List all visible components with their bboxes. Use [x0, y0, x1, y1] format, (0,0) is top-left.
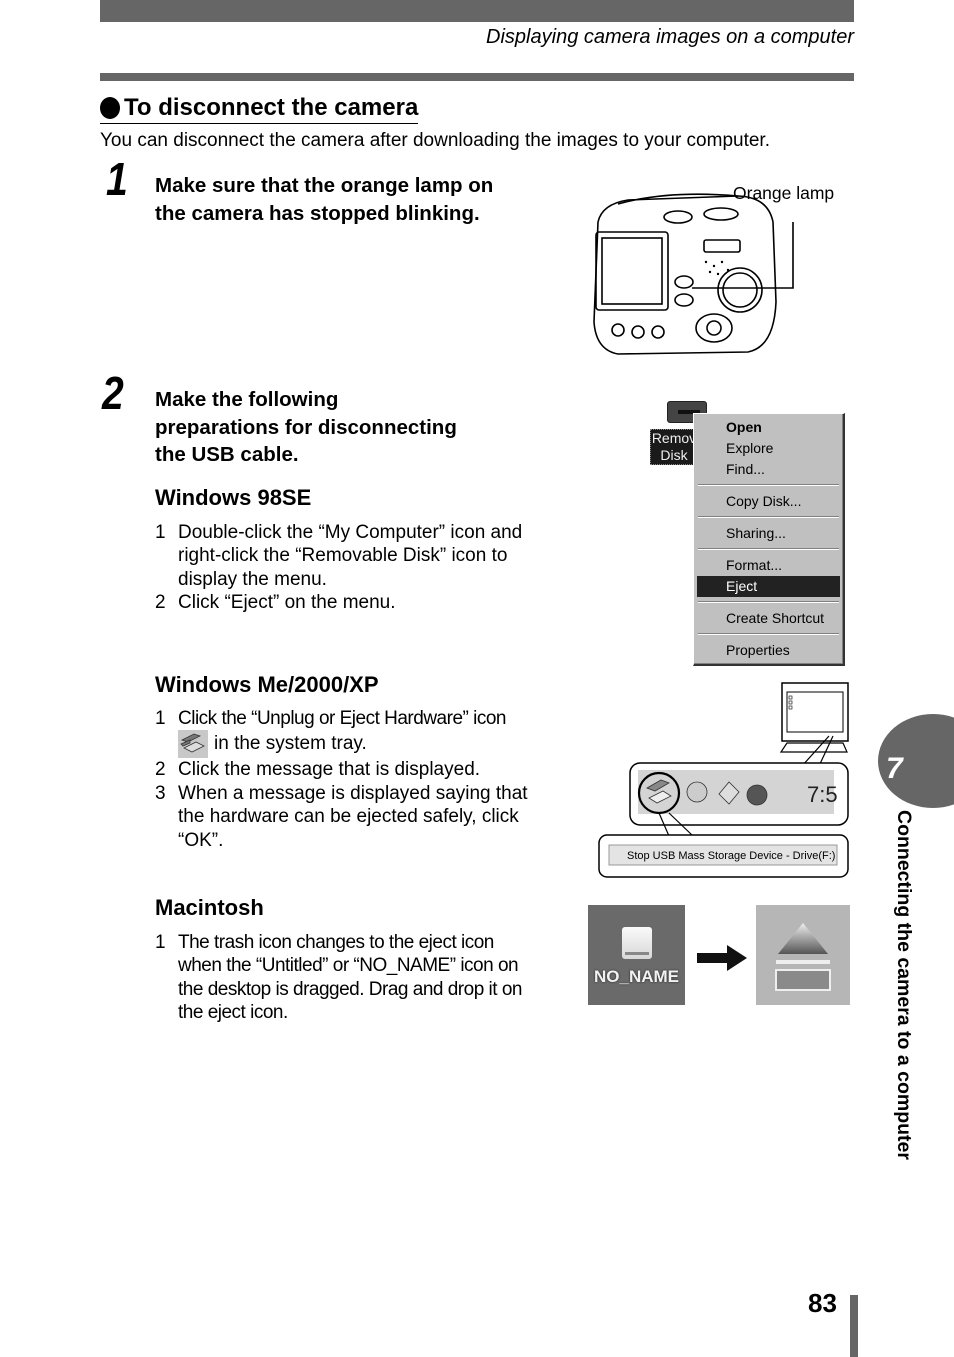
menu-item-format[interactable]: Format... — [697, 555, 840, 576]
menu-item-explore[interactable]: Explore — [697, 438, 840, 459]
header-rule — [100, 73, 854, 81]
step-1-number: 1 — [106, 153, 128, 205]
page-edge-bar — [850, 1295, 858, 1357]
tray-clock: 7:5 — [807, 782, 838, 807]
eject-icon[interactable] — [756, 905, 850, 1005]
win98-heading: Windows 98SE — [155, 485, 312, 510]
mac-steps: 1 The trash icon changes to the eject ico… — [155, 931, 535, 1025]
winxp-heading: Windows Me/2000/XP — [155, 672, 379, 697]
section-title: To disconnect the camera — [100, 94, 419, 124]
list-item: 1 Click the “Unplug or Eject Hardware” ic… — [155, 708, 506, 729]
menu-item-sharing[interactable]: Sharing... — [697, 523, 840, 544]
system-tray-illustration: 7:5 Stop USB Mass Storage Device - Drive… — [598, 682, 849, 878]
bullet-icon — [100, 97, 120, 119]
drive-icon[interactable] — [622, 927, 652, 959]
volume-name: NO_NAME — [593, 967, 679, 986]
section-title-text: To disconnect the camera — [124, 94, 419, 121]
list-item: 1 The trash icon changes to the eject ico… — [155, 932, 522, 1024]
camera-illustration — [593, 193, 794, 355]
step-1-heading: Make sure that the orange lamp on the ca… — [155, 172, 493, 227]
step-2-number: 2 — [102, 367, 124, 419]
chapter-number: 7 — [886, 752, 903, 785]
list-item: 1 Double-click the “My Computer” icon and… — [155, 522, 523, 590]
menu-item-copy-disk[interactable]: Copy Disk... — [697, 491, 840, 512]
menu-item-properties[interactable]: Properties — [697, 640, 840, 661]
list-item: in the system tray. — [155, 730, 545, 759]
menu-item-eject[interactable]: Eject — [697, 576, 840, 597]
section-intro: You can disconnect the camera after down… — [100, 130, 770, 151]
right-arrow-icon — [697, 945, 747, 971]
menu-separator — [698, 484, 839, 486]
menu-separator — [698, 516, 839, 518]
stop-usb-popup-text: Stop USB Mass Storage Device - Drive(F:) — [627, 850, 835, 862]
mac-heading: Macintosh — [155, 895, 264, 920]
monitor-icon — [779, 682, 849, 767]
step-1-heading-line: the camera has stopped blinking. — [155, 201, 480, 225]
unplug-eject-hardware-icon — [178, 730, 208, 759]
list-item: 2 Click “Eject” on the menu. — [155, 592, 396, 614]
menu-item-find[interactable]: Find... — [697, 459, 840, 480]
removable-disk-label[interactable]: Remov Disk — [650, 429, 698, 465]
context-menu: Open Explore Find... Copy Disk... Sharin… — [693, 413, 845, 666]
running-head: Displaying camera images on a computer — [486, 26, 854, 48]
menu-item-create-shortcut[interactable]: Create Shortcut — [697, 608, 840, 629]
win98-steps: 1 Double-click the “My Computer” icon and… — [155, 521, 525, 615]
step-2-heading-line: Make the following — [155, 388, 339, 411]
step-2-heading-line: the USB cable. — [155, 443, 299, 466]
winxp-steps: 1 Click the “Unplug or Eject Hardware” ic… — [155, 707, 545, 852]
step-1-heading-line: Make sure that the orange lamp on — [155, 174, 494, 197]
menu-separator — [698, 548, 839, 550]
mac-eject-panel — [756, 905, 850, 1005]
menu-separator — [698, 601, 839, 603]
orange-lamp-label: Orange lamp — [733, 183, 835, 203]
list-item: 3 When a message is displayed saying that… — [155, 782, 528, 851]
header-bar — [100, 0, 854, 22]
page-number: 83 — [808, 1288, 837, 1318]
step-2-heading-line: preparations for disconnecting — [155, 415, 457, 439]
mac-volume-panel: NO_NAME — [588, 905, 685, 1005]
list-item: 2 Click the message that is displayed. — [155, 759, 481, 781]
chapter-title: Connecting the camera to a computer — [893, 810, 915, 1160]
step-2-heading: Make the following preparations for disc… — [155, 386, 457, 469]
menu-item-open[interactable]: Open — [697, 417, 840, 438]
menu-separator — [698, 633, 839, 635]
